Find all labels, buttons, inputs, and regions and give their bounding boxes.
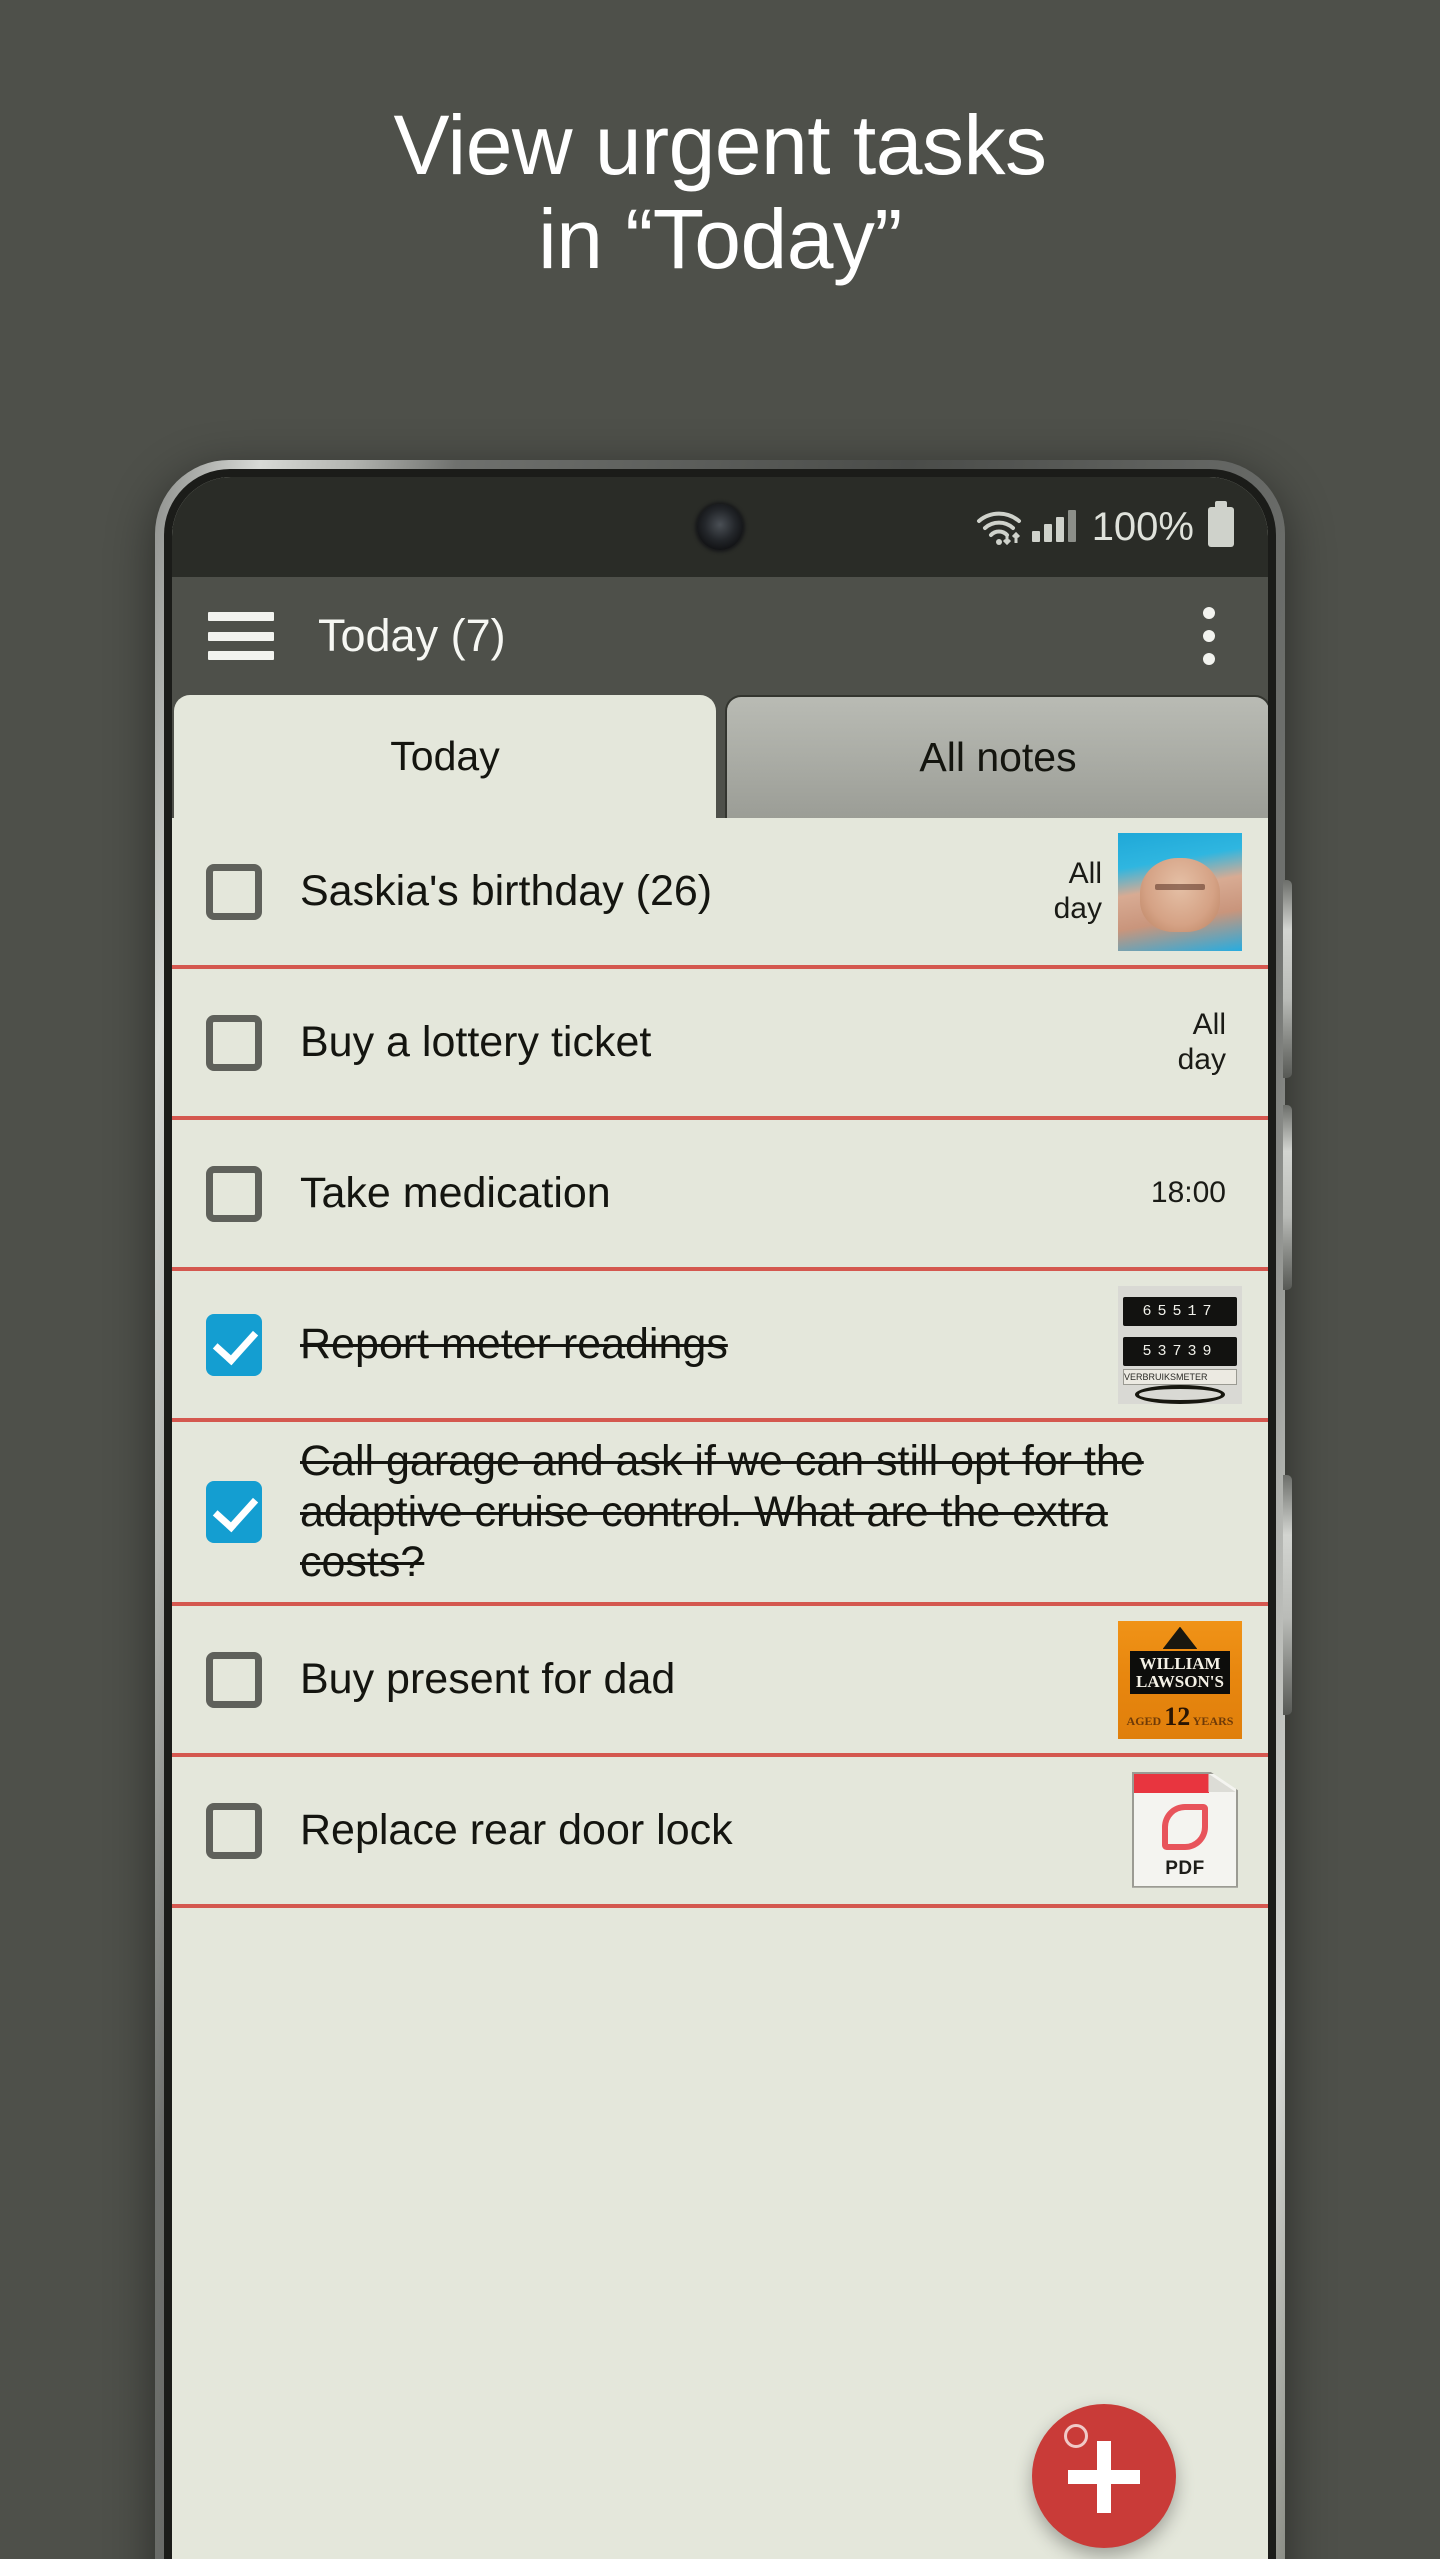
promo-headline: View urgent tasks in “Today” xyxy=(0,98,1440,286)
task-time: All day xyxy=(1177,1007,1226,1076)
add-plus-icon-vertical xyxy=(1097,2441,1111,2513)
tab-all-notes-label: All notes xyxy=(919,734,1077,780)
tab-today-label: Today xyxy=(390,733,500,779)
task-title: Buy present for dad xyxy=(300,1655,676,1704)
whisky-age-statement: AGED 12 YEARS xyxy=(1118,1702,1242,1732)
overflow-menu-icon[interactable] xyxy=(1184,607,1234,665)
meter-label: VERBRUIKSMETER xyxy=(1122,1369,1238,1385)
whisky-age-suffix: YEARS xyxy=(1192,1713,1234,1728)
wifi-icon xyxy=(976,508,1022,546)
task-checkbox[interactable] xyxy=(206,1802,262,1859)
task-time: All day xyxy=(1053,856,1102,925)
volume-up-button[interactable] xyxy=(1283,880,1292,1078)
status-bar: 100% xyxy=(172,477,1268,577)
task-checkbox[interactable] xyxy=(206,863,262,920)
task-title: Buy a lottery ticket xyxy=(300,1018,652,1067)
phone-bezel: 100% Today (7) Today All notes Saskia's … xyxy=(164,469,1276,2559)
volume-down-button[interactable] xyxy=(1283,1105,1292,1290)
whisky-age-prefix: AGED xyxy=(1126,1713,1162,1728)
meter-coil xyxy=(1135,1384,1225,1404)
app-bar: Today (7) xyxy=(172,577,1268,695)
pdf-red-bar xyxy=(1134,1773,1210,1794)
electricity-meter-photo-thumbnail[interactable]: 65517 53739 VERBRUIKSMETER xyxy=(1118,1285,1242,1404)
tab-bar: Today All notes xyxy=(172,695,1268,818)
task-title: Take medication xyxy=(300,1169,611,1218)
hamburger-menu-icon[interactable] xyxy=(208,612,274,660)
tab-today[interactable]: Today xyxy=(174,695,716,818)
task-row[interactable]: Report meter readings 65517 53739 VERBRU… xyxy=(172,1271,1268,1422)
task-title: Saskia's birthday (26) xyxy=(300,867,713,916)
portrait-photo-thumbnail[interactable] xyxy=(1118,832,1242,951)
power-button[interactable] xyxy=(1283,1475,1292,1715)
headline-line-1: View urgent tasks xyxy=(393,98,1047,192)
whisky-label-thumbnail[interactable]: WILLIAM LAWSON'S AGED 12 YEARS xyxy=(1118,1620,1242,1739)
front-camera-icon xyxy=(697,504,743,550)
pdf-label: PDF xyxy=(1165,1857,1205,1879)
task-checkbox[interactable] xyxy=(206,1481,262,1544)
meter-bottom-reading: 53739 xyxy=(1122,1337,1238,1366)
battery-full-icon xyxy=(1208,501,1234,547)
tab-all-notes[interactable]: All notes xyxy=(725,695,1268,818)
task-row[interactable]: Buy present for dad WILLIAM LAWSON'S AGE… xyxy=(172,1606,1268,1758)
page-title: Today (7) xyxy=(318,610,506,661)
headline-line-2: in “Today” xyxy=(538,192,902,287)
task-list: Saskia's birthday (26) All day Buy a lot… xyxy=(172,818,1268,2559)
whisky-brand-line-2: LAWSON'S xyxy=(1136,1671,1224,1691)
whisky-age-number: 12 xyxy=(1164,1701,1191,1731)
task-title: Call garage and ask if we can still opt … xyxy=(300,1437,1144,1587)
task-row[interactable]: Call garage and ask if we can still opt … xyxy=(172,1422,1268,1607)
task-time: 18:00 xyxy=(1150,1176,1226,1210)
task-checkbox[interactable] xyxy=(206,1313,262,1376)
cellular-signal-icon xyxy=(1031,510,1076,542)
pdf-acrobat-swirl-icon xyxy=(1162,1804,1208,1851)
pdf-file-icon: PDF xyxy=(1132,1771,1238,1888)
fab-ring-decoration xyxy=(1064,2424,1088,2448)
whisky-crest-icon xyxy=(1162,1626,1198,1649)
meter-top-reading: 65517 xyxy=(1122,1297,1238,1326)
promo-screenshot-page: View urgent tasks in “Today” 100% Today … xyxy=(0,0,1440,2559)
task-row[interactable]: Buy a lottery ticket All day xyxy=(172,969,1268,1120)
task-row[interactable]: Take medication 18:00 xyxy=(172,1120,1268,1271)
whisky-brand-line-1: WILLIAM xyxy=(1139,1653,1221,1673)
task-row[interactable]: Replace rear door lock PDF xyxy=(172,1757,1268,1909)
whisky-brand-box: WILLIAM LAWSON'S xyxy=(1130,1651,1230,1694)
add-task-fab[interactable] xyxy=(1032,2404,1176,2548)
phone-device-frame: 100% Today (7) Today All notes Saskia's … xyxy=(155,460,1292,2559)
task-checkbox[interactable] xyxy=(206,1165,262,1222)
phone-screen: 100% Today (7) Today All notes Saskia's … xyxy=(172,477,1268,2559)
task-title: Replace rear door lock xyxy=(300,1806,733,1855)
pdf-file-thumbnail[interactable]: PDF xyxy=(1132,1771,1242,1890)
task-row[interactable]: Saskia's birthday (26) All day xyxy=(172,818,1268,969)
task-checkbox[interactable] xyxy=(206,1651,262,1708)
task-checkbox[interactable] xyxy=(206,1014,262,1071)
task-title: Report meter readings xyxy=(300,1320,728,1369)
battery-percent-label: 100% xyxy=(1091,504,1194,549)
